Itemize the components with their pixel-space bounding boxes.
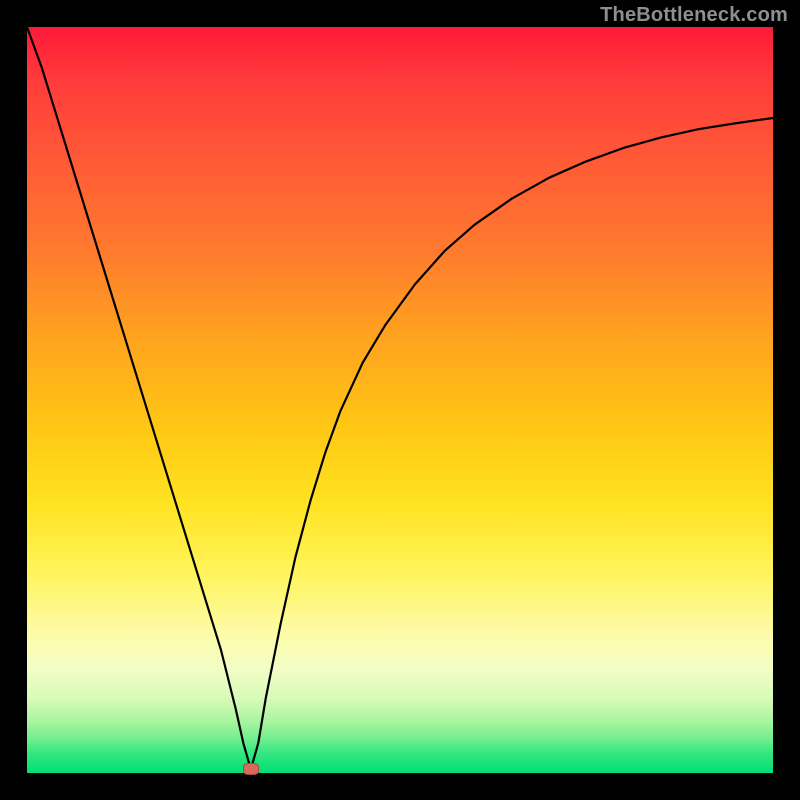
chart-frame: TheBottleneck.com <box>0 0 800 800</box>
curve-path <box>27 27 773 769</box>
chart-curve <box>27 27 773 773</box>
plot-area <box>27 27 773 773</box>
watermark-text: TheBottleneck.com <box>600 4 788 27</box>
minimum-marker <box>243 763 259 775</box>
